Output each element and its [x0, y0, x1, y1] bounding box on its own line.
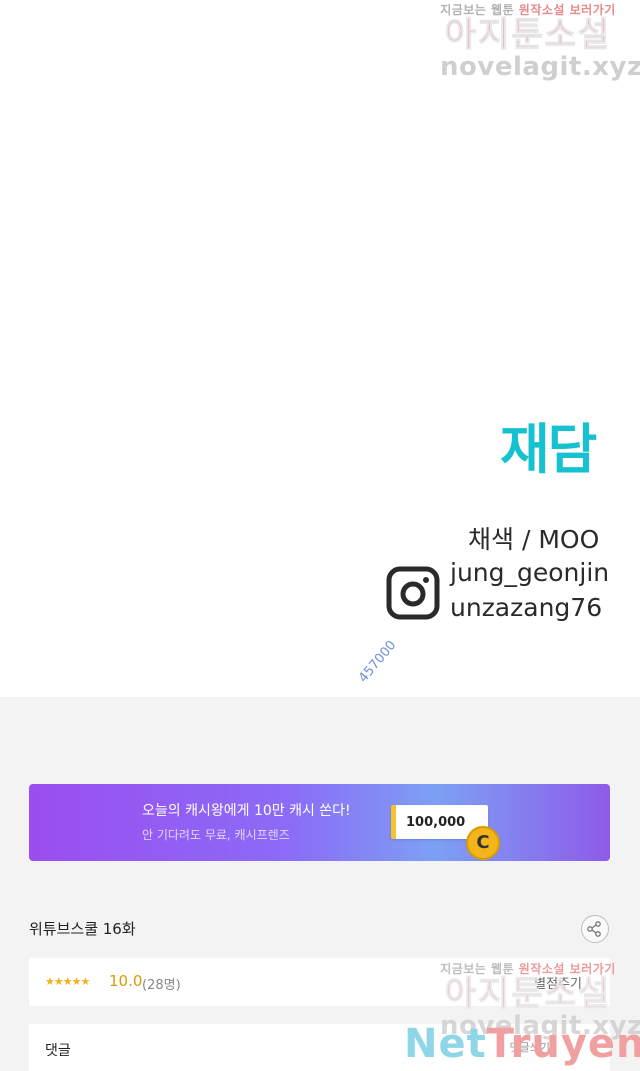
coin-icon: C: [466, 826, 500, 860]
rating-score: 10.0: [109, 972, 143, 990]
episode-title: 위튜브스쿨 16화: [29, 920, 136, 938]
instagram-icon: [386, 566, 440, 620]
banner-subtitle: 안 기다려도 무료, 캐시프렌즈: [142, 828, 290, 842]
studio-logo: 재담: [500, 418, 597, 481]
watermark-top: 지금보는 웹툰 원작소설 보러가기 아지툰소설 novelagit.xyz: [440, 4, 640, 82]
comment-label: 댓글: [45, 1043, 71, 1059]
site-watermark-part2: Truyen: [486, 1021, 640, 1067]
comic-panel: 지금보는 웹툰 원작소설 보러가기 아지툰소설 novelagit.xyz 재담…: [0, 0, 640, 697]
watermark-url: novelagit.xyz: [440, 52, 640, 82]
share-icon[interactable]: [581, 915, 609, 943]
cash-promo-banner[interactable]: 오늘의 캐시왕에게 10만 캐시 쏜다! 안 기다려도 무료, 캐시프렌즈 10…: [29, 784, 610, 861]
colorist-credit: 채색 / MOO: [468, 525, 600, 554]
site-watermark: NetTruyen: [404, 1024, 640, 1064]
watermark-brand: 아지툰소설: [444, 974, 612, 1014]
site-watermark-part1: Net: [404, 1021, 487, 1067]
banner-title: 오늘의 캐시왕에게 10만 캐시 쏜다!: [142, 803, 351, 819]
instagram-handle: jung_geonjin: [450, 558, 610, 587]
watermark-brand: 아지툰소설: [444, 15, 612, 55]
star-rating-icon: ★★★★★: [45, 975, 90, 988]
instagram-handle: unzazang76: [450, 593, 603, 622]
cash-amount: 100,000: [406, 815, 466, 830]
rating-count: (28명): [142, 978, 181, 993]
